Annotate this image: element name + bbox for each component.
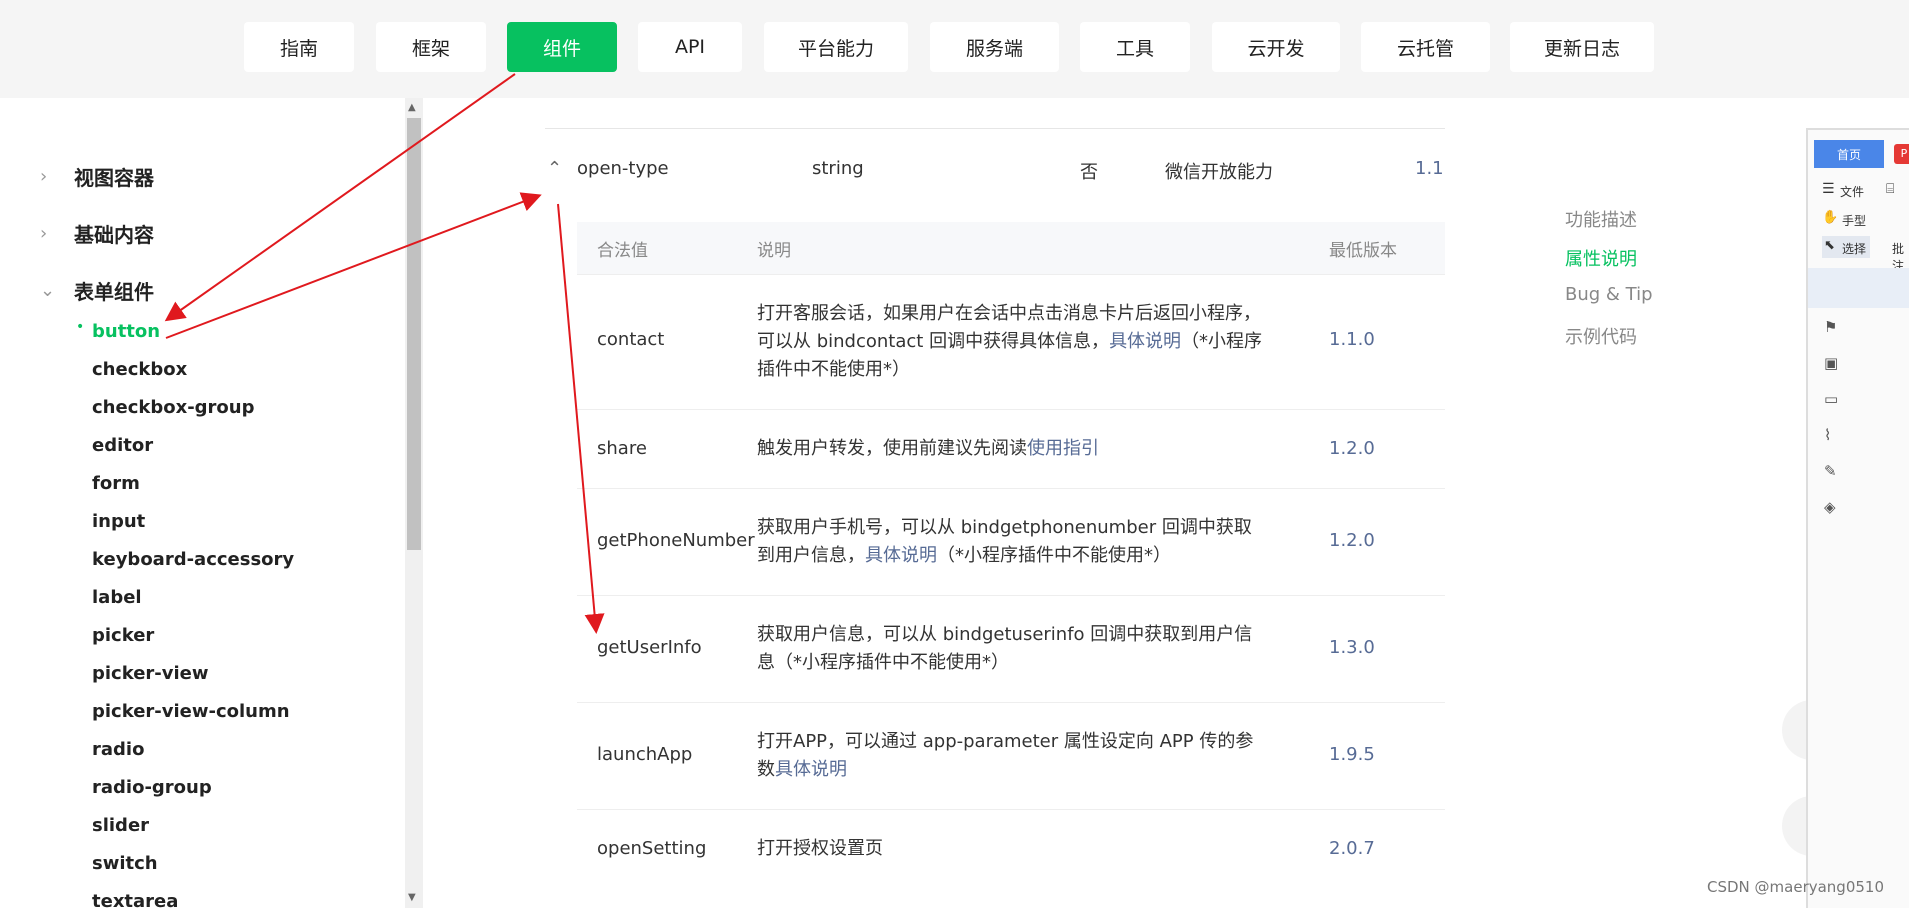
watermark: CSDN @maeryang0510 [1707, 878, 1885, 896]
arrow-open-type-to-getuserinfo [557, 203, 605, 634]
annotation-arrows [164, 73, 605, 634]
arrow-button-to-open-type [165, 192, 542, 339]
arrow-nav-to-button [164, 73, 516, 322]
